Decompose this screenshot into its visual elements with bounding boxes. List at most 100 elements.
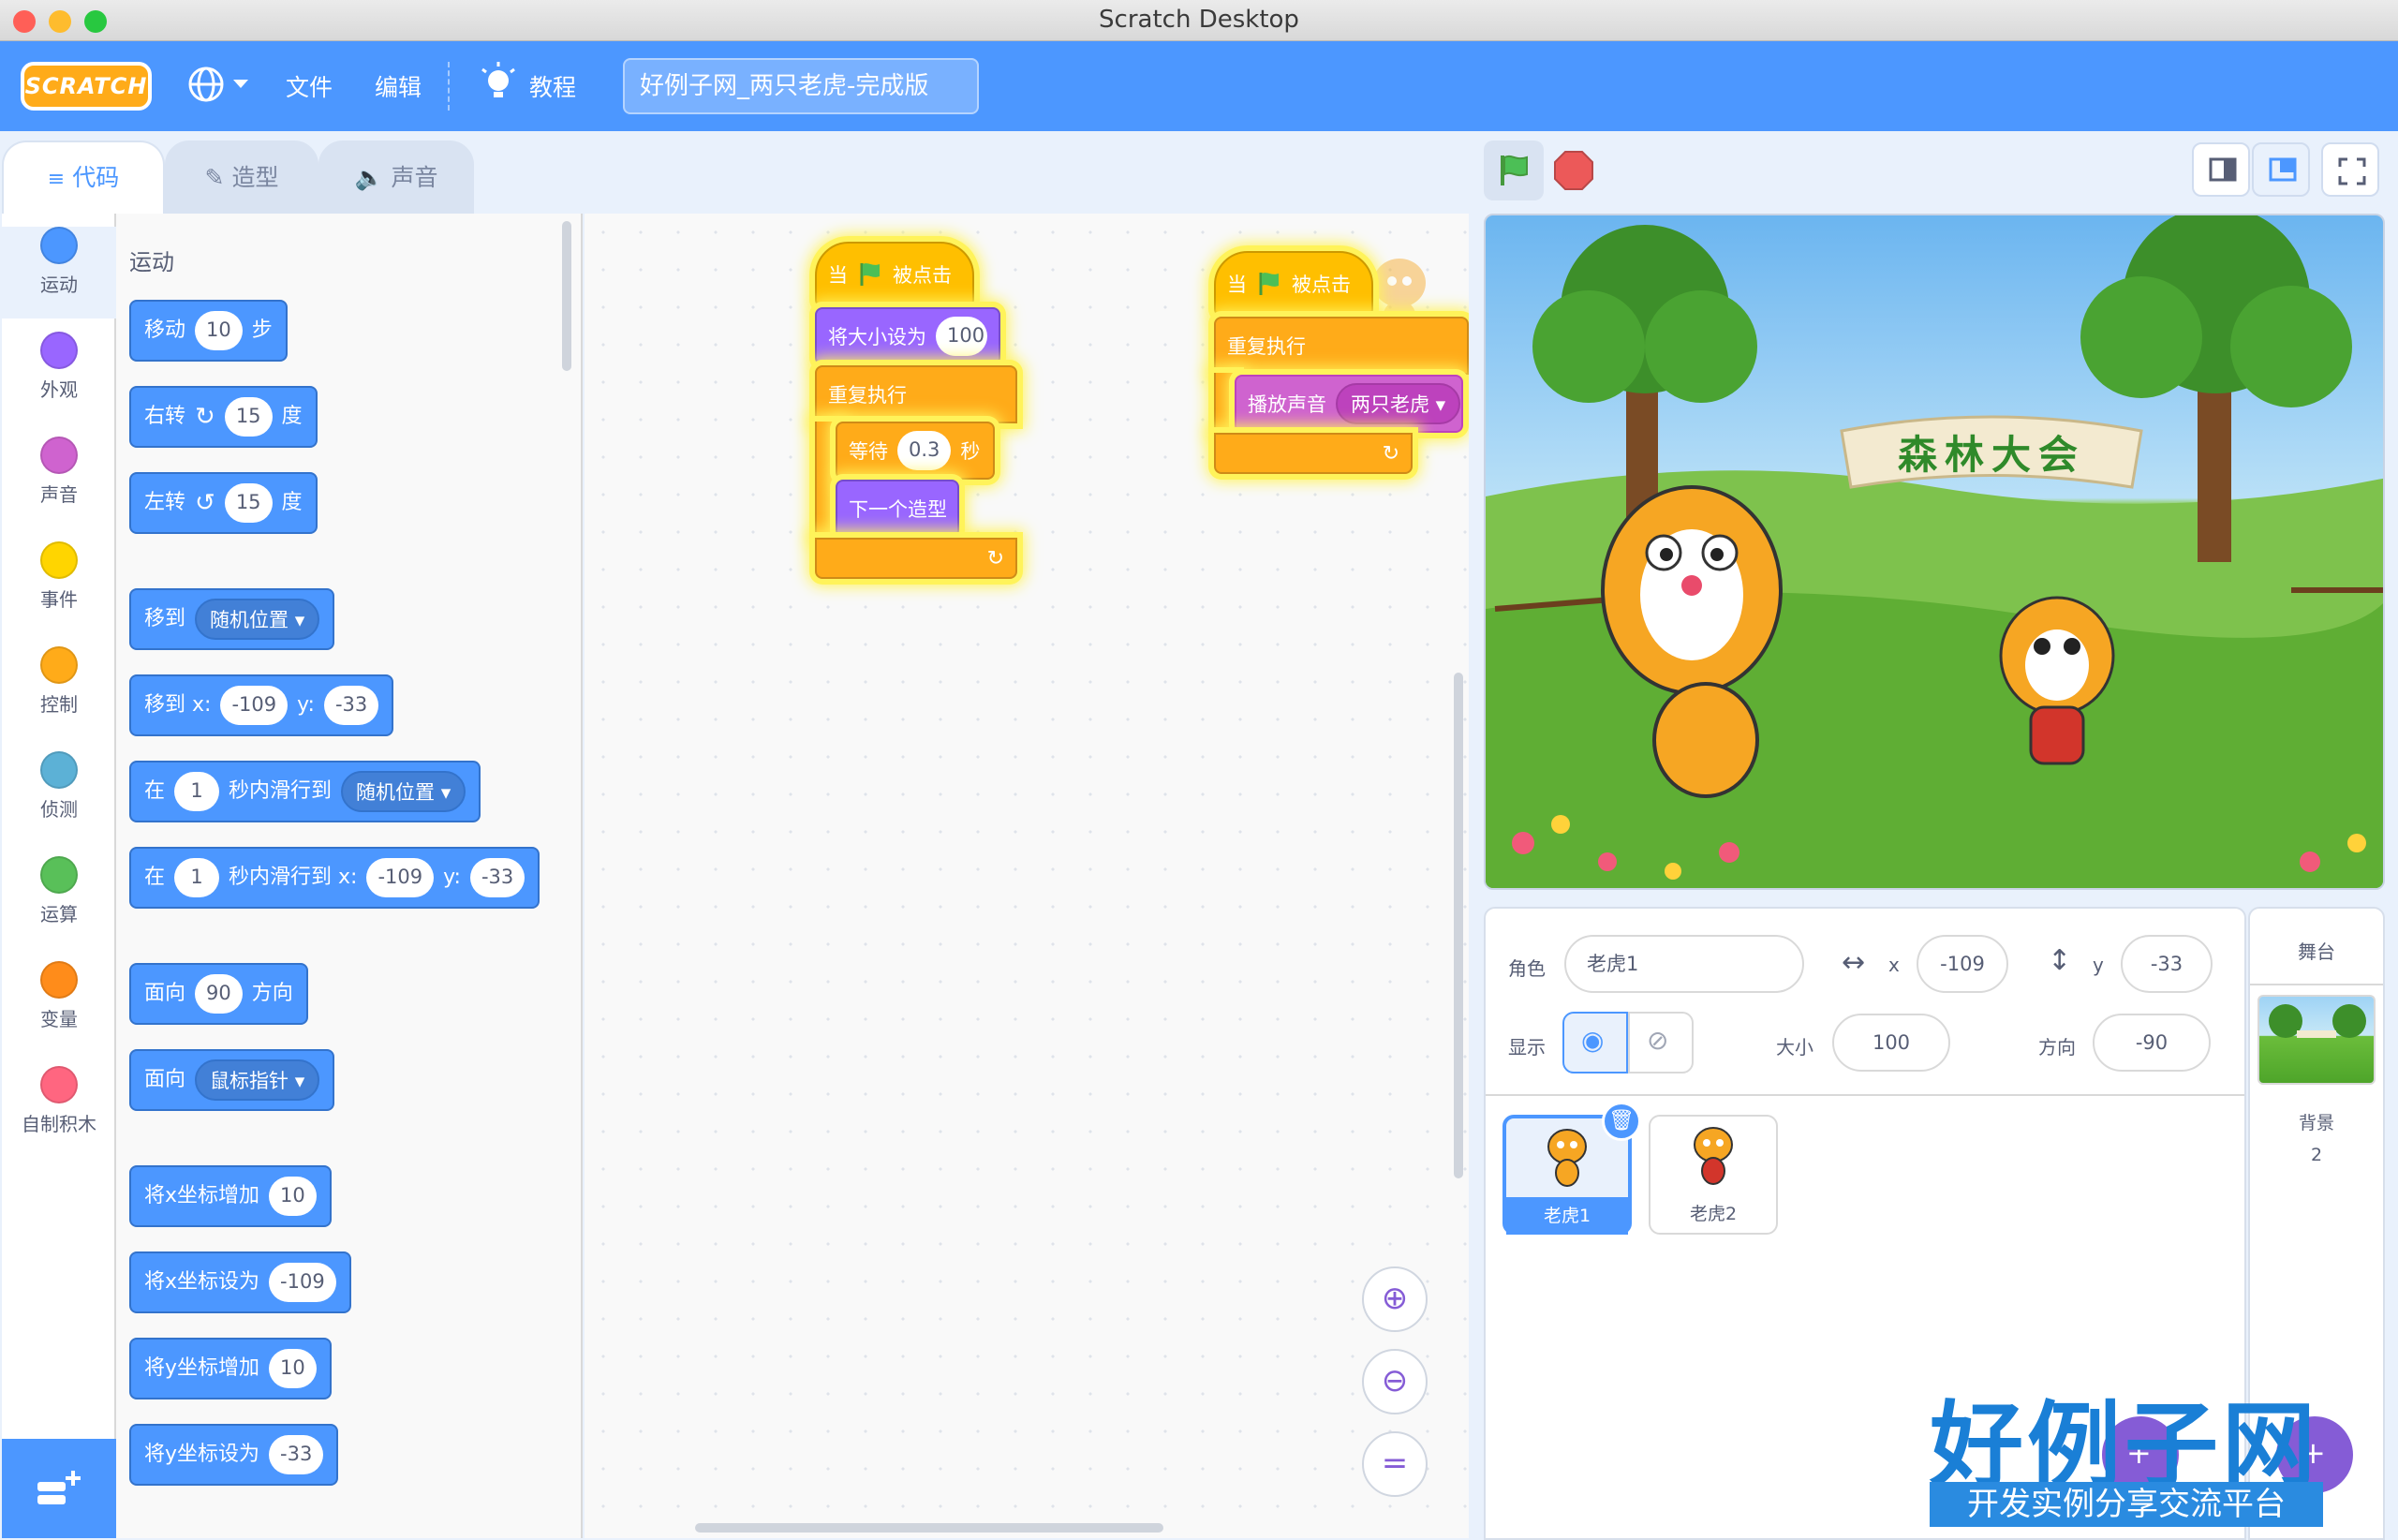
block-point-direction[interactable]: 面向 90 方向 <box>129 963 308 1025</box>
block-text: 度 <box>281 405 303 428</box>
seconds-input[interactable]: 1 <box>174 858 220 897</box>
block-point-towards[interactable]: 面向 鼠标指针 ▾ <box>129 1049 335 1111</box>
large-stage-button[interactable] <box>2252 142 2310 197</box>
y-input[interactable]: -33 <box>469 858 525 897</box>
language-menu[interactable] <box>187 64 255 109</box>
rotate-right-icon: ↻ <box>195 403 215 431</box>
goto-target-dropdown[interactable]: 随机位置 ▾ <box>195 599 320 640</box>
steps-input[interactable]: 10 <box>195 311 243 350</box>
zoom-reset-button[interactable]: = <box>1362 1431 1428 1497</box>
block-text: 移到 x: <box>144 693 212 717</box>
category-my-blocks[interactable]: 自制积木 <box>2 1066 116 1158</box>
x-input[interactable]: -109 <box>220 686 289 725</box>
sprite-name-input[interactable]: 老虎1 <box>1564 935 1804 993</box>
block-text: 播放声音 <box>1248 393 1326 416</box>
block-next-costume[interactable]: 下一个造型 <box>836 480 959 538</box>
scratch-logo[interactable]: SCRATCH <box>21 62 152 111</box>
category-operators[interactable]: 运算 <box>2 856 116 948</box>
y-position-input[interactable]: -33 <box>2121 935 2213 993</box>
wait-seconds-input[interactable]: 0.3 <box>897 431 952 470</box>
direction-input[interactable]: 90 <box>195 974 243 1014</box>
tab-costumes[interactable]: ✎ 造型 <box>165 141 318 215</box>
workspace-vertical-scrollbar[interactable] <box>1454 673 1463 1178</box>
y-value-input[interactable]: -33 <box>269 1435 324 1474</box>
file-menu[interactable]: 文件 <box>286 69 333 103</box>
project-title-input[interactable]: 好例子网_两只老虎-完成版 <box>623 58 979 114</box>
fullscreen-button[interactable] <box>2321 142 2379 197</box>
category-variables[interactable]: 变量 <box>2 961 116 1053</box>
tab-code[interactable]: ≡ 代码 <box>2 141 165 215</box>
menu-divider <box>448 62 451 111</box>
dropdown-value: 随机位置 <box>210 609 289 631</box>
stop-button[interactable] <box>1551 148 1596 193</box>
block-turn-right[interactable]: 右转 ↻ 15 度 <box>129 386 318 448</box>
block-text: 重复执行 <box>828 384 907 407</box>
category-looks[interactable]: 外观 <box>2 332 116 423</box>
size-input[interactable]: 100 <box>1832 1014 1950 1072</box>
tutorials-icon <box>480 62 517 111</box>
block-glide-to[interactable]: 在 1 秒内滑行到 随机位置 ▾ <box>129 761 481 822</box>
block-forever[interactable]: 重复执行 <box>1214 317 1469 375</box>
block-play-sound[interactable]: 播放声音 两只老虎 ▾ <box>1235 375 1463 433</box>
category-motion[interactable]: 运动 <box>2 227 116 318</box>
zoom-in-button[interactable]: ⊕ <box>1362 1266 1428 1332</box>
block-change-x[interactable]: 将x坐标增加 10 <box>129 1165 332 1227</box>
script-workspace[interactable]: 当 被点击 将大小设为 100 重复执行 等待 0.3 秒 下一个造型 ↻ 当 被点击… <box>585 214 1469 1538</box>
backdrop-thumbnail <box>2257 995 2376 1085</box>
small-stage-icon <box>2209 157 2237 182</box>
hide-sprite-button[interactable]: ⊘ <box>1628 1012 1694 1074</box>
block-forever[interactable]: 重复执行 <box>815 365 1017 423</box>
block-set-x[interactable]: 将x坐标设为 -109 <box>129 1251 351 1313</box>
degrees-input[interactable]: 15 <box>224 397 273 437</box>
block-goto-xy[interactable]: 移到 x: -109 y: -33 <box>129 674 394 736</box>
zoom-out-button[interactable]: ⊖ <box>1362 1349 1428 1414</box>
x-input[interactable]: -109 <box>366 858 435 897</box>
delete-sprite-button[interactable]: 🗑 <box>1602 1102 1641 1141</box>
palette-scrollbar[interactable] <box>562 221 571 371</box>
add-extension-button[interactable] <box>2 1439 116 1538</box>
y-input[interactable]: -33 <box>323 686 379 725</box>
brush-icon: ✎ <box>204 164 225 191</box>
block-turn-left[interactable]: 左转 ↺ 15 度 <box>129 472 318 534</box>
hat-when-flag-clicked[interactable]: 当 被点击 <box>1214 251 1373 317</box>
sound-dropdown[interactable]: 两只老虎 ▾ <box>1336 383 1461 424</box>
chevron-down-icon <box>233 80 248 88</box>
block-set-size[interactable]: 将大小设为 100 <box>815 307 1000 365</box>
x-change-input[interactable]: 10 <box>269 1177 317 1216</box>
sprite-thumb-tiger2[interactable]: 老虎2 <box>1649 1115 1778 1235</box>
seconds-input[interactable]: 1 <box>174 772 220 811</box>
block-move-steps[interactable]: 移动 10 步 <box>129 300 288 362</box>
green-flag-button[interactable] <box>1484 141 1544 200</box>
block-glide-xy[interactable]: 在 1 秒内滑行到 x: -109 y: -33 <box>129 847 540 909</box>
edit-menu[interactable]: 编辑 <box>375 69 422 103</box>
category-sensing[interactable]: 侦测 <box>2 751 116 843</box>
category-events[interactable]: 事件 <box>2 541 116 633</box>
hat-when-flag-clicked[interactable]: 当 被点击 <box>815 242 974 307</box>
sprite-info: 角色 老虎1 ↔ x -109 ↕ y -33 显示 ◉ ⊘ 大小 100 方向… <box>1486 909 2244 1096</box>
block-set-y[interactable]: 将y坐标设为 -33 <box>129 1424 339 1486</box>
category-label: 变量 <box>40 1008 78 1030</box>
category-control[interactable]: 控制 <box>2 646 116 738</box>
category-sound[interactable]: 声音 <box>2 437 116 528</box>
x-value-input[interactable]: -109 <box>269 1263 336 1302</box>
size-input[interactable]: 100 <box>936 317 987 356</box>
towards-dropdown[interactable]: 鼠标指针 ▾ <box>195 1059 320 1101</box>
workspace-horizontal-scrollbar[interactable] <box>695 1523 1163 1533</box>
degrees-input[interactable]: 15 <box>224 483 273 523</box>
block-wait[interactable]: 等待 0.3 秒 <box>836 422 995 480</box>
glide-target-dropdown[interactable]: 随机位置 ▾ <box>341 771 466 812</box>
small-stage-button[interactable] <box>2192 142 2250 197</box>
tab-sounds-label: 声音 <box>391 164 438 191</box>
tab-sounds[interactable]: 🔈 声音 <box>318 141 474 215</box>
block-change-y[interactable]: 将y坐标增加 10 <box>129 1338 332 1399</box>
block-text: 移动 <box>144 318 186 342</box>
y-change-input[interactable]: 10 <box>269 1349 317 1388</box>
x-position-input[interactable]: -109 <box>1917 935 2008 993</box>
x-position-icon: ↔ <box>1842 946 1866 979</box>
direction-input[interactable]: -90 <box>2093 1014 2211 1072</box>
show-sprite-button[interactable]: ◉ <box>1562 1012 1628 1074</box>
block-goto[interactable]: 移到 随机位置 ▾ <box>129 588 335 650</box>
tutorials-menu[interactable]: 教程 <box>529 69 576 103</box>
sound-color-dot <box>40 437 78 474</box>
stage-canvas[interactable]: 森林大会 <box>1484 214 2385 890</box>
